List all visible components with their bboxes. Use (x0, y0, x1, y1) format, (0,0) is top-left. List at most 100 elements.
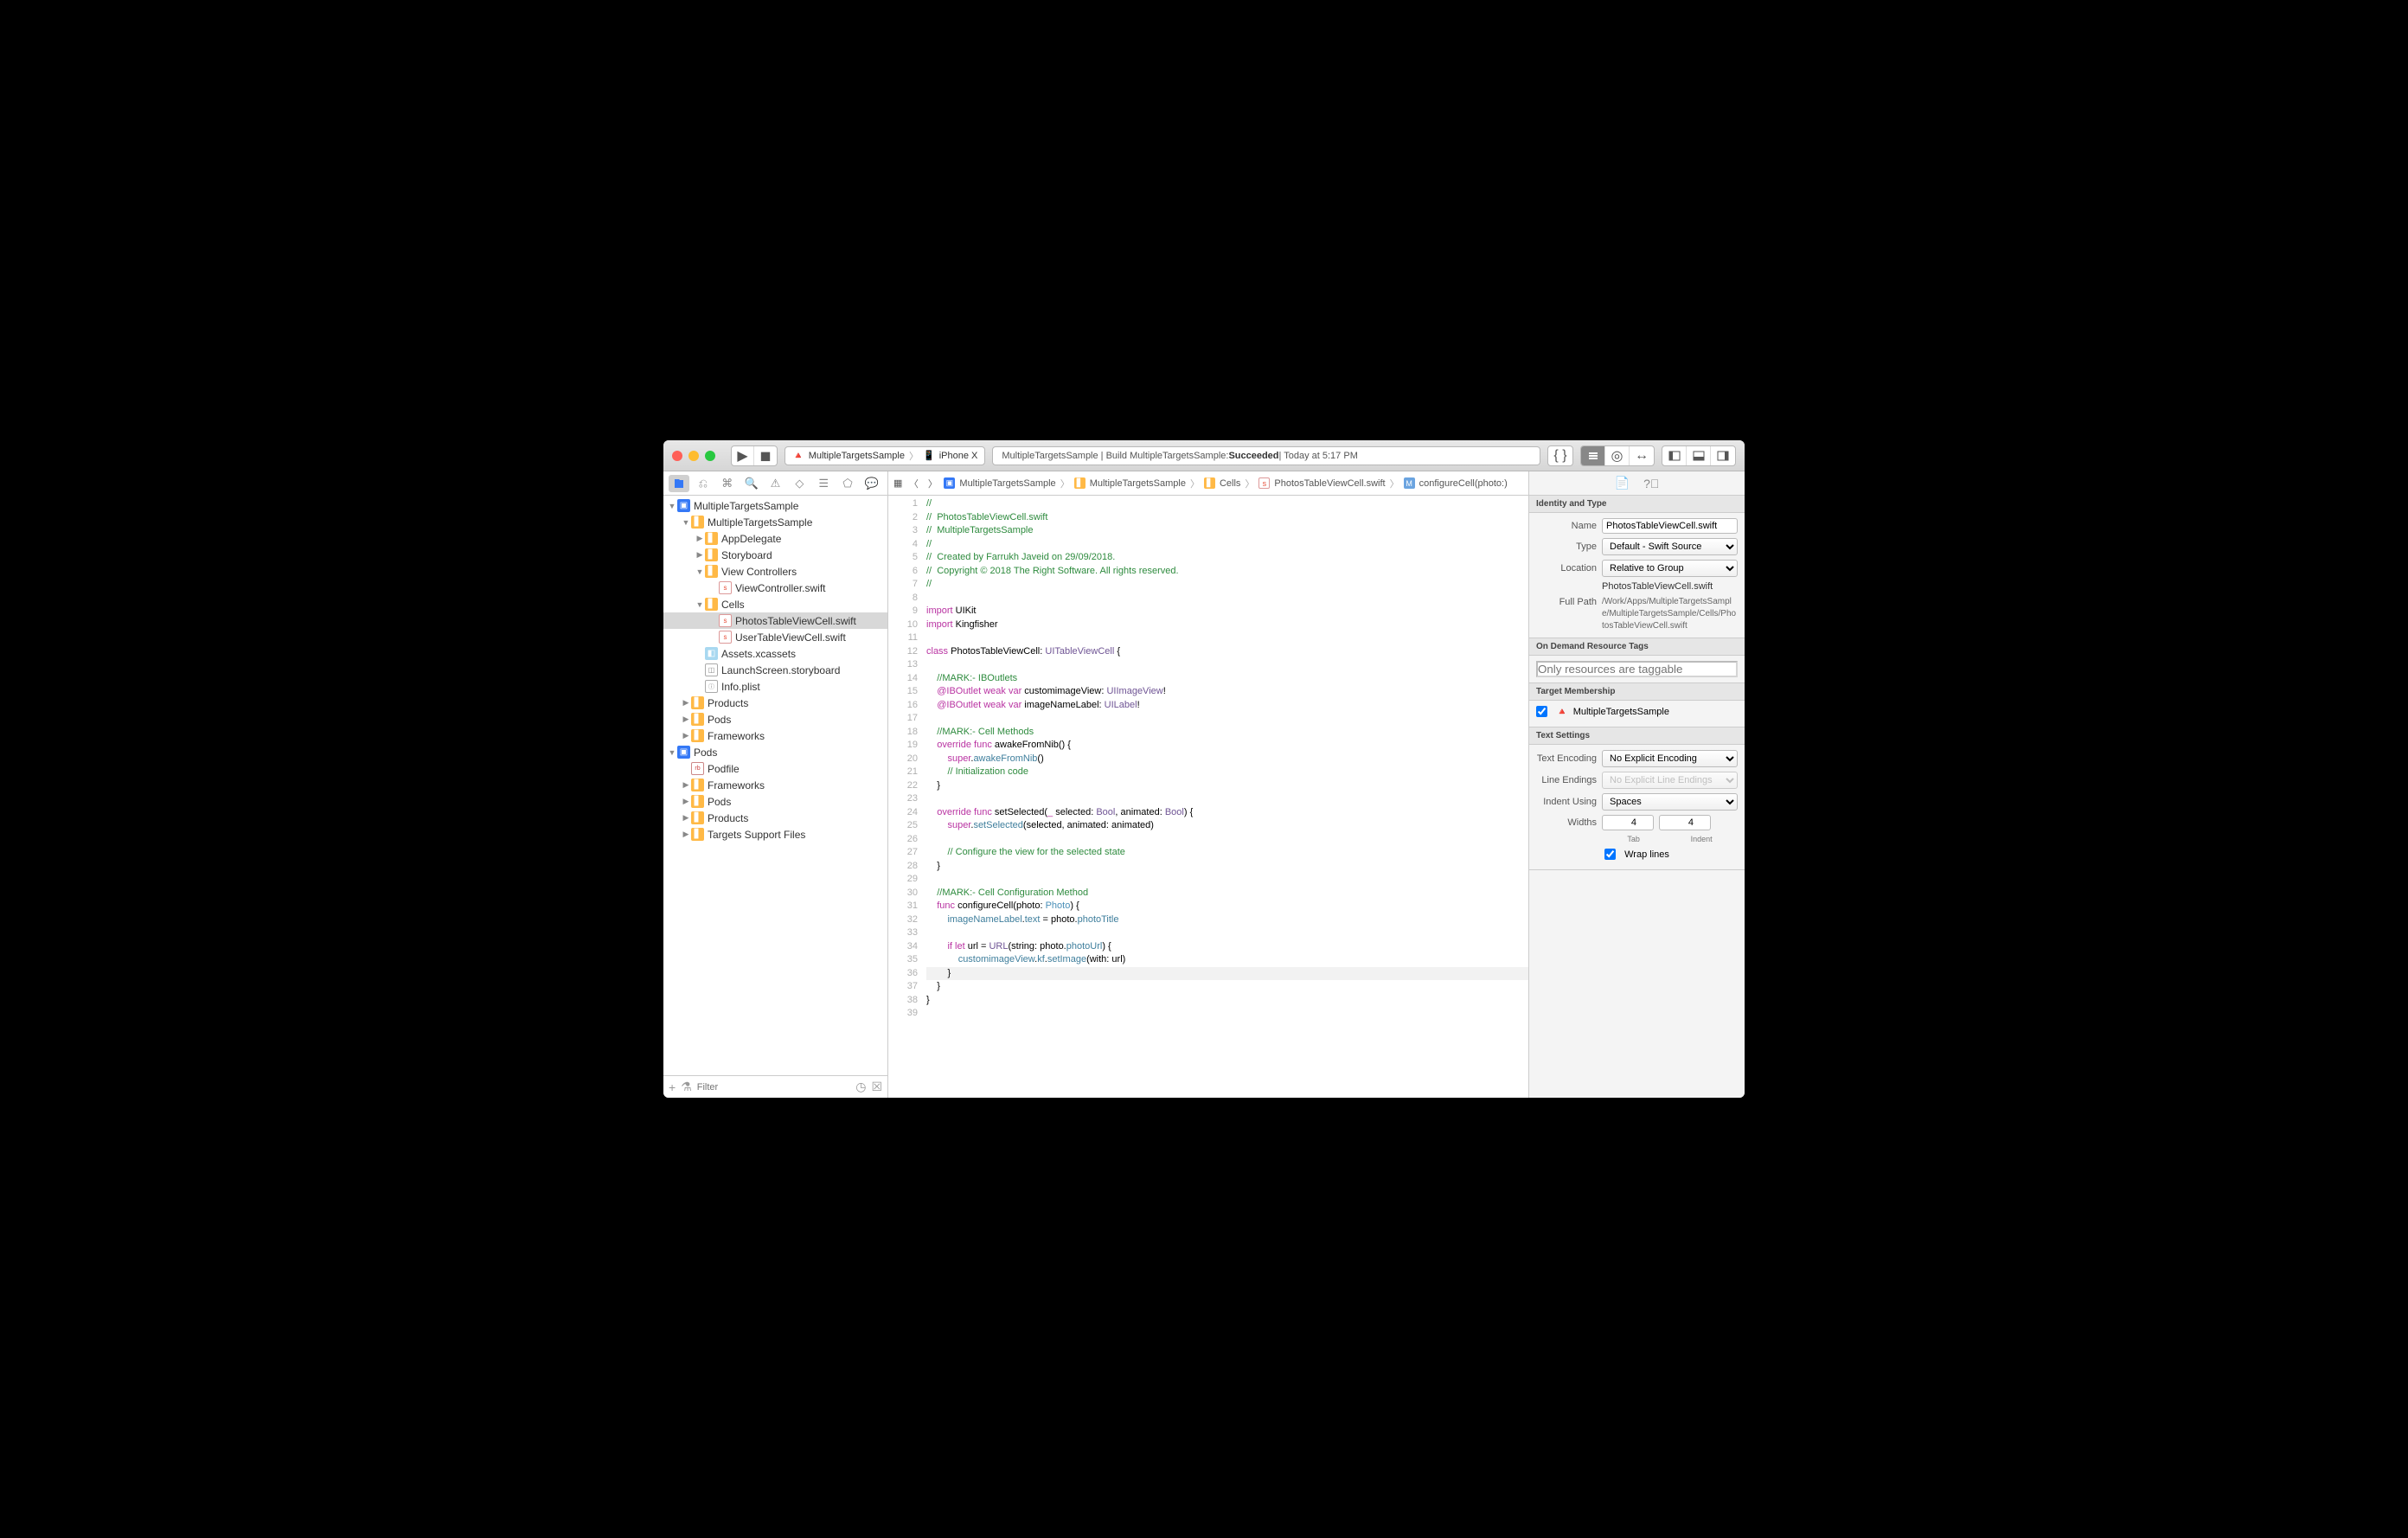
tree-item[interactable]: sViewController.swift (663, 580, 887, 596)
report-navigator-tab[interactable]: 💬 (861, 475, 882, 492)
close-button[interactable] (672, 451, 682, 461)
encoding-label: Text Encoding (1536, 753, 1597, 764)
inspector: 📄 ?⃝ Identity and Type Name Type Default… (1528, 471, 1745, 1098)
minimize-button[interactable] (688, 451, 699, 461)
navigator: ⎌ ⌘ 🔍 ⚠ ◇ ☰ ⬠ 💬 ▼▣MultipleTargetsSample▼… (663, 471, 888, 1098)
location-select[interactable]: Relative to Group (1602, 560, 1738, 577)
indent-width-label: Indent (1691, 835, 1713, 843)
indent-select[interactable]: Spaces (1602, 793, 1738, 811)
tree-item[interactable]: ▼▋MultipleTargetsSample (663, 514, 887, 530)
traffic-lights (672, 451, 715, 461)
related-items-button[interactable]: ▦ (893, 477, 902, 489)
breakpoint-navigator-tab[interactable]: ⬠ (837, 475, 858, 492)
type-select[interactable]: Default - Swift Source (1602, 538, 1738, 555)
editor: ▦ 〈 〉 ▣MultipleTargetsSample〉▋MultipleTa… (888, 471, 1528, 1098)
issue-navigator-tab[interactable]: ⚠ (765, 475, 785, 492)
tree-item[interactable]: ◫LaunchScreen.storyboard (663, 662, 887, 678)
app-icon: 🔺 (1556, 706, 1568, 717)
tree-item[interactable]: ⓘInfo.plist (663, 678, 887, 695)
source-code[interactable]: //// PhotosTableViewCell.swift// Multipl… (923, 496, 1528, 1098)
scheme-name: MultipleTargetsSample (809, 451, 905, 461)
assistant-editor-button[interactable]: ◎ (1605, 446, 1630, 465)
toolbar-right: { } ◎ ↔ (1547, 445, 1736, 466)
tree-item[interactable]: ▼▣MultipleTargetsSample (663, 497, 887, 514)
version-editor-button[interactable]: ↔ (1630, 446, 1654, 465)
debug-navigator-tab[interactable]: ☰ (813, 475, 834, 492)
location-filename: PhotosTableViewCell.swift (1536, 581, 1738, 592)
target-header: Target Membership (1529, 683, 1745, 701)
app-icon: 🔺 (792, 450, 804, 461)
tree-item[interactable]: ◧Assets.xcassets (663, 645, 887, 662)
location-label: Location (1536, 563, 1597, 574)
file-inspector-tab[interactable]: 📄 (1615, 476, 1630, 490)
tree-item[interactable]: ▶▋Products (663, 810, 887, 826)
zoom-button[interactable] (705, 451, 715, 461)
wrap-checkbox[interactable] (1604, 849, 1616, 860)
xcode-window: ▶ ◼ 🔺 MultipleTargetsSample 〉 📱 iPhone X… (663, 440, 1745, 1098)
tree-item[interactable]: ▶▋Pods (663, 711, 887, 727)
tree-item[interactable]: sUserTableViewCell.swift (663, 629, 887, 645)
odr-field (1536, 661, 1738, 677)
activity-viewer: MultipleTargetsSample | Build MultipleTa… (992, 446, 1540, 465)
panel-toggles (1662, 445, 1736, 466)
toggle-debug-button[interactable] (1687, 446, 1711, 465)
odr-header: On Demand Resource Tags (1529, 638, 1745, 656)
symbol-navigator-tab[interactable]: ⌘ (717, 475, 738, 492)
lineend-select[interactable]: No Explicit Line Endings (1602, 772, 1738, 789)
tree-item[interactable]: ▶▋Frameworks (663, 727, 887, 744)
text-settings-header: Text Settings (1529, 727, 1745, 745)
target-checkbox[interactable] (1536, 706, 1547, 717)
find-navigator-tab[interactable]: 🔍 (741, 475, 762, 492)
text-settings-section: Text Settings Text Encoding No Explicit … (1529, 727, 1745, 870)
navigator-tabs: ⎌ ⌘ 🔍 ⚠ ◇ ☰ ⬠ 💬 (663, 471, 887, 496)
tree-item[interactable]: ▶▋Pods (663, 793, 887, 810)
tree-item[interactable]: ▼▋Cells (663, 596, 887, 612)
test-navigator-tab[interactable]: ◇ (789, 475, 810, 492)
tree-item[interactable]: ▼▋View Controllers (663, 563, 887, 580)
jump-bar[interactable]: ▦ 〈 〉 ▣MultipleTargetsSample〉▋MultipleTa… (888, 471, 1528, 496)
scheme-selector[interactable]: 🔺 MultipleTargetsSample 〉 📱 iPhone X (785, 446, 985, 465)
forward-button[interactable]: 〉 (925, 477, 940, 490)
toggle-inspector-button[interactable] (1711, 446, 1735, 465)
source-control-navigator-tab[interactable]: ⎌ (693, 475, 714, 492)
encoding-select[interactable]: No Explicit Encoding (1602, 750, 1738, 767)
recent-filter-button[interactable]: ◷ (855, 1080, 866, 1094)
tree-item[interactable]: ▶▋Products (663, 695, 887, 711)
lineend-label: Line Endings (1536, 775, 1597, 785)
stop-button[interactable]: ◼ (754, 446, 777, 465)
filter-input[interactable] (697, 1082, 850, 1093)
name-label: Name (1536, 521, 1597, 531)
target-name: MultipleTargetsSample (1573, 707, 1669, 717)
run-button[interactable]: ▶ (732, 446, 754, 465)
tree-item[interactable]: rbPodfile (663, 760, 887, 777)
name-field[interactable] (1602, 518, 1738, 534)
quick-help-tab[interactable]: ?⃝ (1643, 477, 1659, 490)
library-button[interactable]: { } (1547, 445, 1573, 466)
indent-width-field[interactable] (1659, 815, 1711, 830)
tree-item[interactable]: ▶▋AppDelegate (663, 530, 887, 547)
identity-section: Identity and Type Name Type Default - Sw… (1529, 496, 1745, 638)
scm-filter-button[interactable]: ☒ (871, 1080, 882, 1094)
device-icon: 📱 (923, 450, 935, 461)
project-tree[interactable]: ▼▣MultipleTargetsSample▼▋MultipleTargets… (663, 496, 887, 1075)
main-area: ⎌ ⌘ 🔍 ⚠ ◇ ☰ ⬠ 💬 ▼▣MultipleTargetsSample▼… (663, 471, 1745, 1098)
tab-width-field[interactable] (1602, 815, 1654, 830)
type-label: Type (1536, 542, 1597, 552)
odr-section: On Demand Resource Tags (1529, 638, 1745, 683)
tree-item[interactable]: ▶▋Storyboard (663, 547, 887, 563)
tree-item[interactable]: sPhotosTableViewCell.swift (663, 612, 887, 629)
tree-item[interactable]: ▼▣Pods (663, 744, 887, 760)
code-area[interactable]: 1234567891011121314151617181920212223242… (888, 496, 1528, 1098)
breadcrumb[interactable]: ▣MultipleTargetsSample〉▋MultipleTargetsS… (944, 477, 1507, 490)
back-button[interactable]: 〈 (906, 477, 921, 490)
tree-item[interactable]: ▶▋Frameworks (663, 777, 887, 793)
toolbar: ▶ ◼ 🔺 MultipleTargetsSample 〉 📱 iPhone X… (663, 440, 1745, 471)
tree-item[interactable]: ▶▋Targets Support Files (663, 826, 887, 843)
standard-editor-button[interactable] (1581, 446, 1605, 465)
wrap-label: Wrap lines (1624, 849, 1669, 860)
activity-prefix: MultipleTargetsSample | Build MultipleTa… (1002, 451, 1228, 461)
project-navigator-tab[interactable] (669, 475, 689, 492)
add-button[interactable]: + (669, 1080, 676, 1094)
tab-label: Tab (1627, 835, 1640, 843)
toggle-navigator-button[interactable] (1662, 446, 1687, 465)
